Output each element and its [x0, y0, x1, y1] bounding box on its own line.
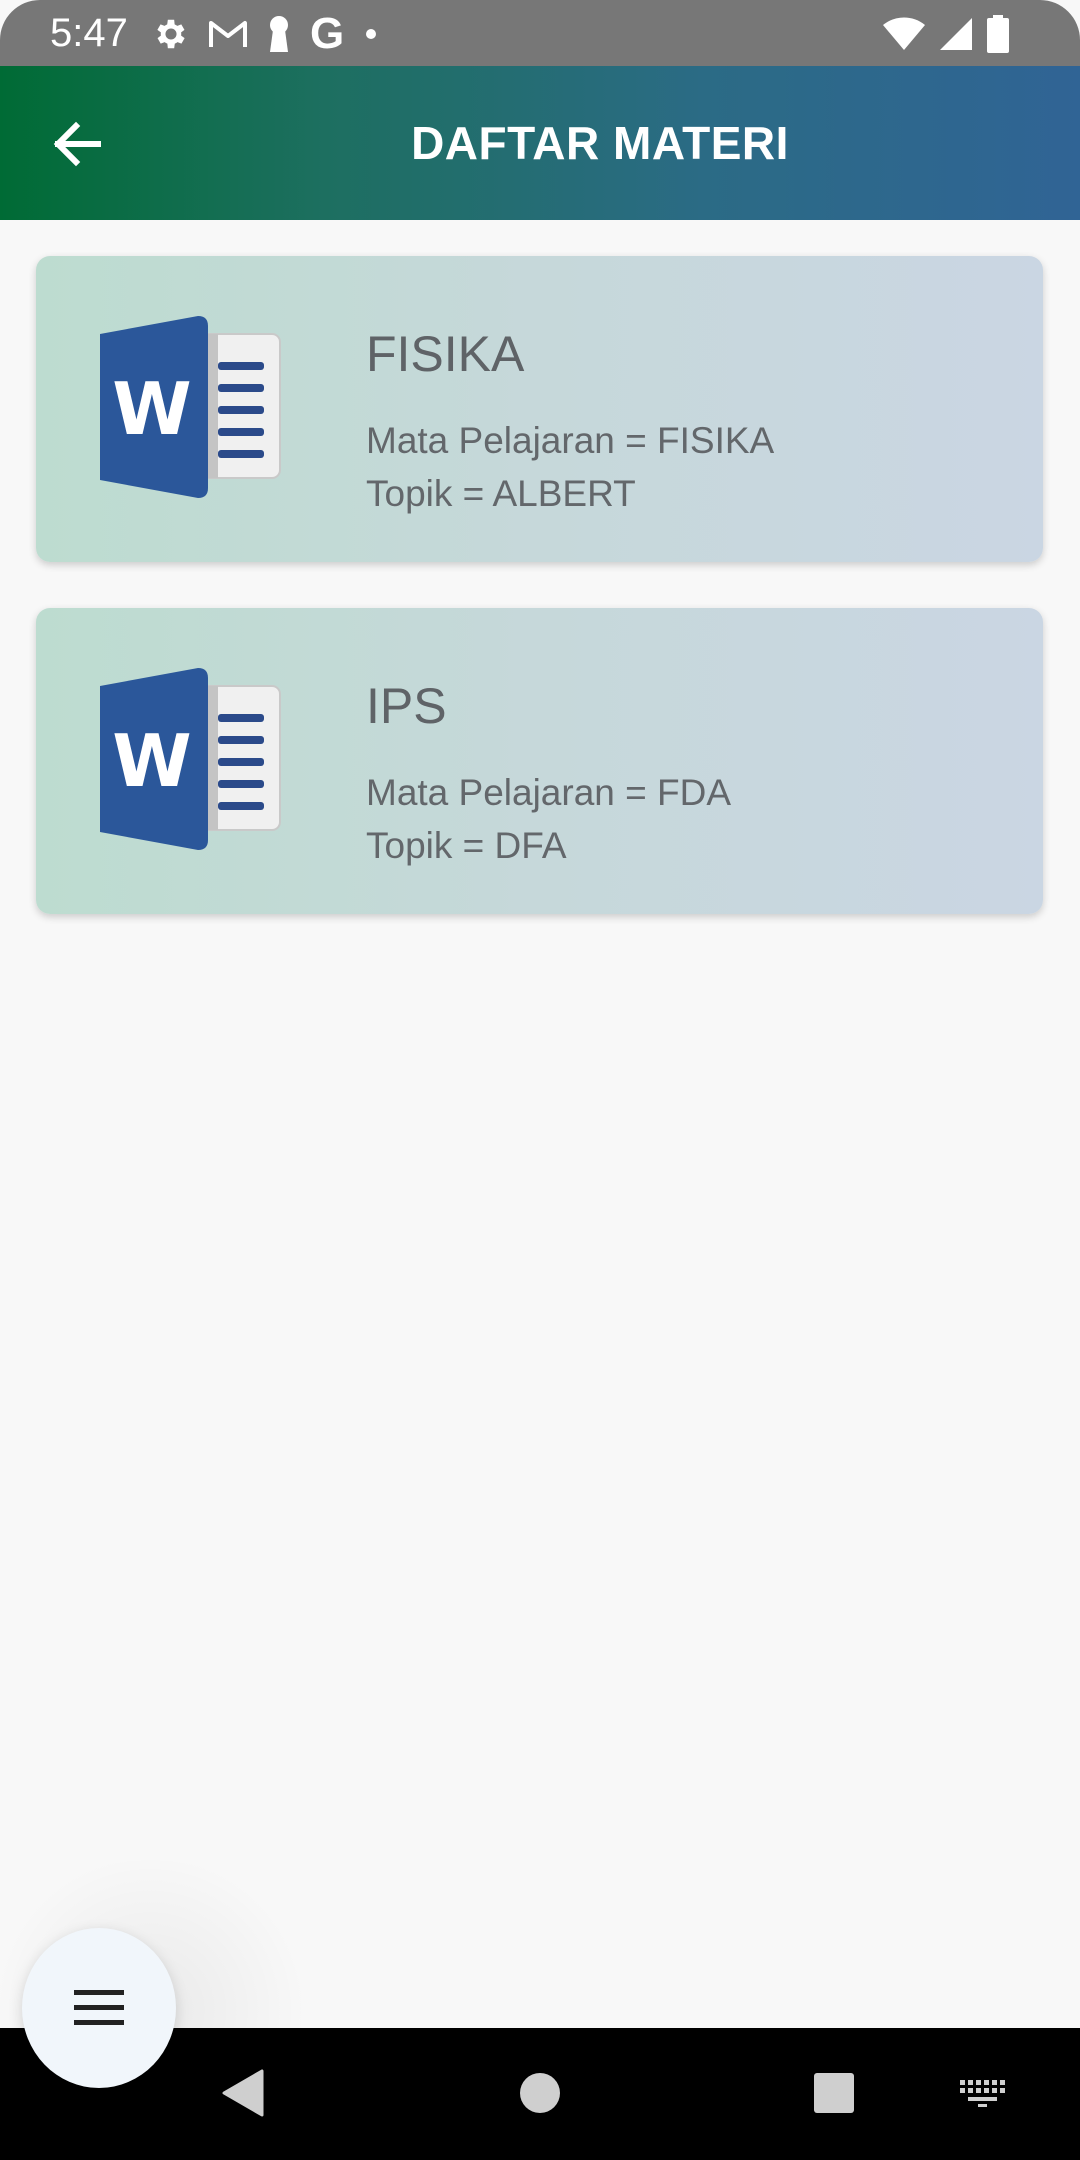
battery-icon — [986, 15, 1010, 53]
keyboard-icon — [960, 2080, 1005, 2107]
word-document-icon: W — [100, 316, 284, 498]
settings-icon — [152, 15, 190, 53]
material-title: FISIKA — [366, 326, 525, 382]
material-card[interactable]: W FISIKA Mata Pelajaran = FISIKA Topik =… — [36, 256, 1043, 562]
nav-recents-button[interactable] — [794, 2058, 874, 2128]
keyhole-icon — [266, 14, 292, 54]
nav-home-button[interactable] — [500, 2058, 580, 2128]
word-document-icon: W — [100, 668, 284, 850]
status-icons-right — [882, 12, 1010, 56]
home-circle-icon — [520, 2073, 560, 2113]
svg-text:W: W — [112, 367, 191, 451]
material-card[interactable]: W IPS Mata Pelajaran = FDA Topik = DFA — [36, 608, 1043, 914]
gmail-icon — [208, 18, 248, 50]
wifi-icon — [882, 16, 926, 52]
material-subject: Mata Pelajaran = FISIKA — [366, 420, 775, 461]
screen: 5:47 G DAFTAR MATERI W FISIKA Mata Pelaj… — [0, 0, 1080, 2160]
material-title: IPS — [366, 678, 447, 734]
dot-icon — [362, 25, 380, 43]
status-bar: 5:47 G — [0, 0, 1080, 66]
page-title: DAFTAR MATERI — [411, 117, 789, 169]
material-topic: Topik = DFA — [366, 825, 567, 866]
status-icons-left: G — [152, 12, 380, 56]
nav-keyboard-button[interactable] — [942, 2058, 1022, 2128]
svg-text:W: W — [112, 719, 191, 803]
recents-square-icon — [814, 2073, 854, 2113]
google-icon: G — [310, 9, 345, 58]
material-topic: Topik = ALBERT — [366, 473, 636, 514]
status-time: 5:47 — [50, 11, 128, 55]
menu-icon — [74, 1990, 124, 2025]
nav-back-button[interactable] — [203, 2058, 283, 2128]
back-triangle-icon — [222, 2069, 264, 2117]
menu-fab-button[interactable] — [22, 1928, 176, 2088]
material-subject: Mata Pelajaran = FDA — [366, 772, 732, 813]
app-bar: DAFTAR MATERI — [0, 66, 1080, 220]
cellular-icon — [938, 16, 974, 52]
